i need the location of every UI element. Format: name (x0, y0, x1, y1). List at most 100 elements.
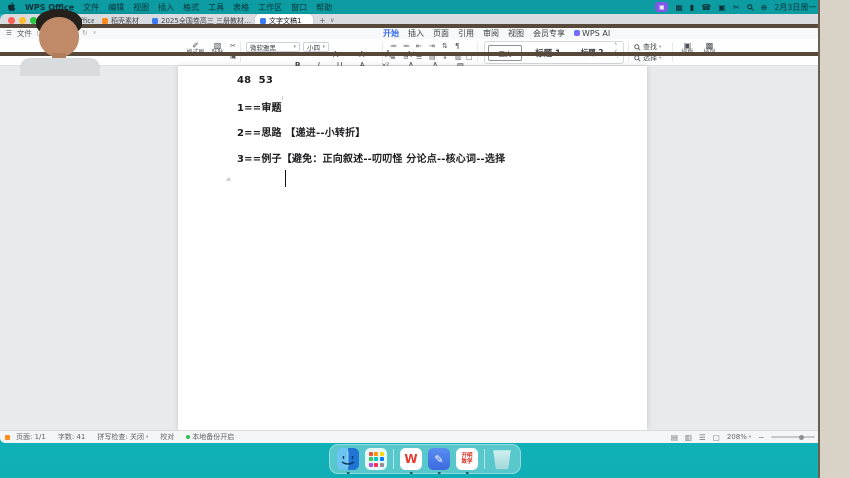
zoom-value: 208% (727, 433, 747, 441)
zoom-slider[interactable] (771, 436, 815, 438)
screen: WPS Office 文件 编辑 视图 插入 格式 工具 表格 工作区 窗口 帮… (0, 0, 850, 478)
font-size-select[interactable]: 小四 ▾ (303, 42, 329, 52)
phone-icon[interactable]: ☎ (701, 3, 711, 12)
running-indicator (410, 472, 413, 475)
view-fullscreen-icon[interactable]: ▢ (713, 433, 720, 442)
menu-tools[interactable]: 工具 (208, 2, 224, 13)
docer-icon (102, 18, 108, 24)
running-indicator (347, 472, 350, 475)
backup-label: 本地备份开启 (192, 432, 234, 442)
person-shirt (20, 58, 100, 76)
menu-insert[interactable]: 插入 (158, 2, 174, 13)
styles-scroll-up-icon[interactable]: ∧ (614, 42, 617, 47)
indent-button[interactable]: ⇥ (429, 43, 435, 50)
menu-edit[interactable]: 编辑 (108, 2, 124, 13)
dock-notes-app[interactable]: ✎ (428, 448, 450, 470)
dock-wps[interactable]: W (400, 448, 422, 470)
doc-line-2[interactable]: 1==审题 (237, 99, 282, 114)
find-label: 查找 (643, 42, 657, 52)
dock-divider (393, 449, 394, 469)
doc-line-1[interactable]: 48 53 (237, 75, 273, 86)
ribbon-tab-review[interactable]: 审阅 (483, 28, 499, 39)
search-icon[interactable] (747, 4, 754, 11)
menu-table[interactable]: 表格 (233, 2, 249, 13)
view-web-icon[interactable]: ☰ (699, 433, 706, 442)
zoom-out-button[interactable]: − (758, 433, 764, 442)
running-indicator (438, 472, 441, 475)
kaiming-label: 致学 (461, 459, 472, 465)
outdent-button[interactable]: ⇤ (416, 43, 422, 50)
view-page-icon[interactable]: ▤ (671, 433, 678, 442)
font-name-select[interactable]: 微软雅黑 ▾ (246, 42, 300, 52)
battery-icon[interactable]: ▮ (690, 3, 694, 12)
quickbar-more-icon[interactable]: ∨ (93, 30, 97, 36)
collab-cursor-mark: Ⅰ (282, 96, 283, 102)
numbered-list-button[interactable]: ≕ (403, 43, 410, 50)
chevron-down-icon: ▾ (659, 56, 661, 61)
camera-icon[interactable]: ▣ (718, 3, 726, 12)
ribbon-tab-view[interactable]: 视图 (508, 28, 524, 39)
apple-icon[interactable] (8, 2, 16, 12)
ribbon-tab-reference[interactable]: 引用 (458, 28, 474, 39)
cut-button[interactable]: ✂ (230, 43, 236, 50)
user-switch-icon[interactable]: ⊕ (761, 3, 768, 12)
pencil-icon: ✎ (434, 453, 443, 466)
status-notify-icon[interactable] (5, 435, 10, 440)
chevron-down-icon: ▾ (659, 45, 661, 50)
ribbon-tab-member[interactable]: 会员专享 (533, 28, 565, 39)
ribbon-tab-wps-ai[interactable]: WPS AI (574, 29, 610, 38)
menu-view[interactable]: 视图 (133, 2, 149, 13)
zoom-level-select[interactable]: 208% ▾ (727, 433, 751, 441)
workspace: 48 53 1==审题 Ⅰ 2==思路 【递进--小转折】 3==例子【避免：正… (0, 66, 850, 430)
redo-icon[interactable]: ↻ (82, 29, 88, 37)
menu-window[interactable]: 窗口 (291, 2, 307, 13)
doc-line-4[interactable]: 3==例子【避免：正向叙述--叨叨怪 分论点--核心词--选择 (237, 150, 505, 165)
menu-file[interactable]: 文件 (83, 2, 99, 13)
text-direction-button[interactable]: ⇅ (442, 43, 448, 50)
dock-trash[interactable] (491, 448, 513, 470)
hamburger-icon[interactable]: ☰ (6, 29, 12, 37)
menu-format[interactable]: 格式 (183, 2, 199, 13)
chevron-down-icon: ▾ (749, 435, 751, 440)
document-icon (152, 18, 158, 24)
file-menu-button[interactable]: 文件 (17, 28, 32, 39)
chevron-down-icon: ▾ (293, 44, 296, 50)
chevron-down-icon: ▾ (146, 435, 148, 440)
status-spellcheck[interactable]: 拼写检查: 关闭 ▾ (97, 432, 148, 442)
ribbon-tab-page[interactable]: 页面 (433, 28, 449, 39)
backup-ok-icon (186, 435, 190, 439)
doc-line-3[interactable]: 2==思路 【递进--小转折】 (237, 124, 366, 139)
menu-workspace[interactable]: 工作区 (258, 2, 282, 13)
status-local-backup[interactable]: 本地备份开启 (186, 432, 234, 442)
status-page-count: 页面: 1/1 (16, 432, 46, 442)
view-outline-icon[interactable]: ▥ (685, 433, 692, 442)
status-bar: 页面: 1/1 字数: 41 拼写检查: 关闭 ▾ 校对 本地备份开启 ▤ ▥ … (0, 430, 850, 443)
ribbon-tab-home[interactable]: 开始 (383, 28, 399, 39)
shortcut-icon[interactable]: ✂ (733, 3, 740, 12)
document-page[interactable]: 48 53 1==审题 Ⅰ 2==思路 【递进--小转折】 3==例子【避免：正… (178, 66, 647, 430)
zoom-slider-thumb[interactable] (799, 435, 804, 440)
status-proofread-button[interactable]: 校对 (160, 432, 174, 442)
dock-launchpad[interactable] (365, 448, 387, 470)
tab-list-button[interactable]: ∨ (330, 17, 334, 24)
close-window-button[interactable] (8, 17, 15, 24)
dock-divider (484, 449, 485, 469)
dock-finder[interactable] (337, 448, 359, 470)
running-indicator (466, 472, 469, 475)
find-button[interactable]: 查找 ▾ (634, 42, 661, 52)
tab-label: WPS AI (582, 29, 610, 38)
show-marks-button[interactable]: ¶ (455, 43, 459, 50)
wps-logo-icon: W (404, 452, 417, 466)
paragraph-handle-icon[interactable]: ≡ (226, 176, 231, 183)
menu-help[interactable]: 帮助 (316, 2, 332, 13)
spellcheck-label: 拼写检查: 关闭 (97, 432, 144, 442)
display-icon[interactable]: ▦ (675, 3, 683, 12)
minimize-window-button[interactable] (19, 17, 26, 24)
dock-kaiming-app[interactable]: 开明 致学 (456, 448, 478, 470)
bullet-list-button[interactable]: ≔ (390, 43, 397, 50)
screen-record-status-icon[interactable]: ▣ (655, 2, 668, 12)
search-icon (634, 44, 641, 51)
dock: W ✎ 开明 致学 (329, 444, 521, 474)
ribbon-tab-insert[interactable]: 插入 (408, 28, 424, 39)
chevron-down-icon: ▾ (322, 44, 325, 50)
